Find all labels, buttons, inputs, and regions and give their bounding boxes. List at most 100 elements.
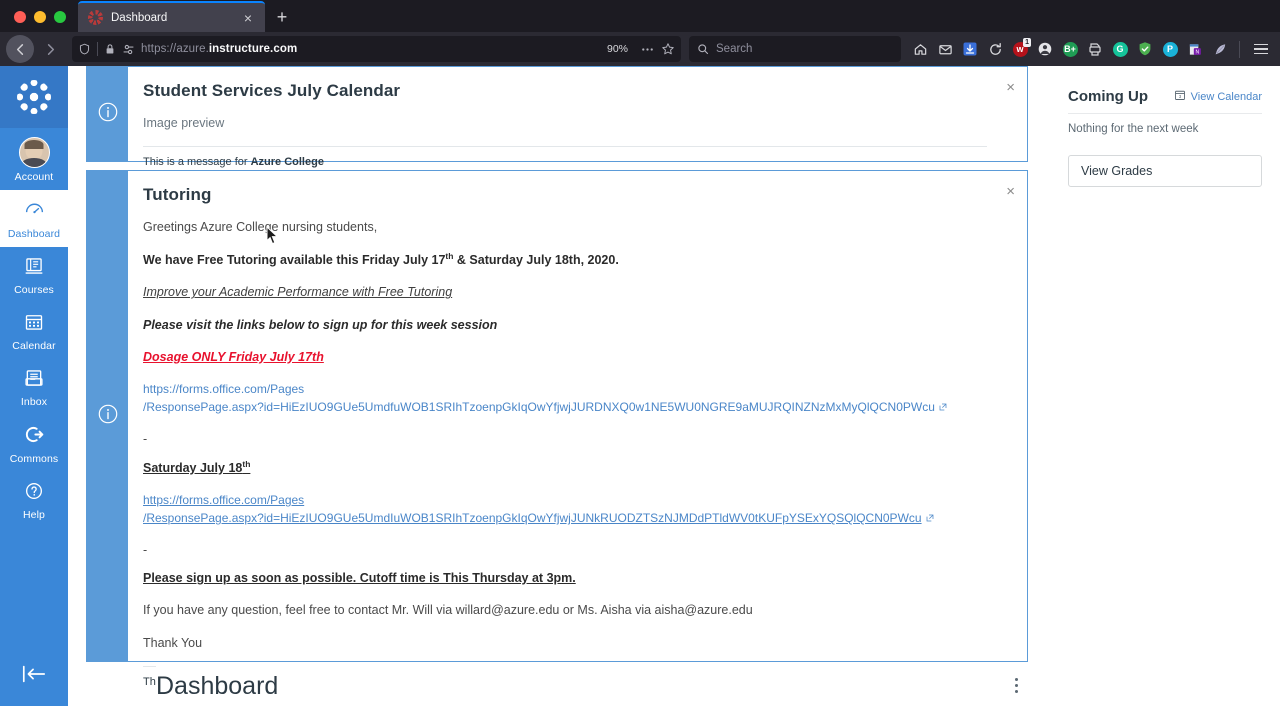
- info-icon: [97, 403, 119, 430]
- availability-pre: We have Free Tutoring available this Fri…: [143, 253, 446, 268]
- canvas-logo-button[interactable]: [0, 66, 68, 128]
- maximize-window-button[interactable]: [54, 11, 66, 23]
- dashboard-heading-row: Dashboard: [156, 666, 1280, 706]
- saturday-signup-link-part1[interactable]: https://forms.office.com/Pages: [143, 491, 987, 509]
- ordinal-suffix: th: [242, 458, 251, 469]
- zoom-level-badge[interactable]: 90%: [601, 43, 634, 55]
- sidebar-item-help[interactable]: Help: [0, 472, 68, 528]
- browser-tab-dashboard[interactable]: Dashboard ×: [78, 1, 265, 32]
- canvas-favicon-icon: [88, 10, 103, 25]
- reload-icon[interactable]: [984, 36, 1006, 62]
- url-text[interactable]: https://azure.instructure.com: [141, 43, 595, 55]
- coming-up-header: Coming Up 3 View Calendar: [1068, 88, 1262, 105]
- divider-dash: -: [143, 431, 148, 446]
- browser-toolbar: https://azure.instructure.com 90% Search: [0, 32, 1280, 66]
- onenote-extension-icon[interactable]: N: [1184, 36, 1206, 62]
- divider-dash: -: [143, 543, 148, 558]
- footer-prefix: This is a message for: [143, 156, 251, 169]
- announcement-title: Tutoring: [143, 185, 212, 204]
- external-link-icon: [939, 398, 947, 416]
- bookmark-star-icon[interactable]: [661, 42, 675, 56]
- page-content: Account Dashboard Courses Calendar Inbox…: [0, 66, 1280, 706]
- avatar-icon: [18, 137, 50, 168]
- calendar-icon: [24, 312, 44, 337]
- app-menu-button[interactable]: [1248, 43, 1274, 55]
- announcement-body: × Student Services July Calendar Image p…: [128, 67, 1027, 168]
- sidebar-item-calendar[interactable]: Calendar: [0, 303, 68, 359]
- commons-icon: [24, 424, 45, 450]
- pocket-extension-icon[interactable]: P: [1159, 36, 1181, 62]
- sidebar-item-courses[interactable]: Courses: [0, 247, 68, 303]
- help-icon: [24, 481, 44, 506]
- signup-deadline-text: Please sign up as soon as possible. Cuto…: [143, 571, 576, 586]
- close-announcement-button[interactable]: ×: [1006, 80, 1015, 95]
- sidebar-item-commons[interactable]: Commons: [0, 415, 68, 472]
- back-button[interactable]: [6, 35, 34, 63]
- permissions-icon[interactable]: [122, 43, 135, 56]
- minimize-window-button[interactable]: [34, 11, 46, 23]
- saturday-pre: Saturday July 18: [143, 461, 243, 476]
- inbox-icon: [24, 368, 44, 393]
- announcement-card-student-services: × Student Services July Calendar Image p…: [86, 66, 1028, 168]
- search-icon: [697, 43, 709, 55]
- downloads-icon[interactable]: [959, 36, 981, 62]
- lock-icon[interactable]: [104, 43, 116, 55]
- announcement-text: Image preview: [143, 116, 225, 130]
- shield-extension-icon[interactable]: [1134, 36, 1156, 62]
- url-domain: instructure.com: [208, 43, 298, 55]
- view-calendar-link[interactable]: 3 View Calendar: [1174, 89, 1262, 104]
- friday-signup-link-part2[interactable]: /ResponsePage.aspx?id=HiEzIUO9GUe5UmdfuW…: [143, 398, 987, 416]
- friday-signup-link-part1[interactable]: https://forms.office.com/Pages: [143, 380, 987, 398]
- announcement-body: × Tutoring Greetings Azure College nursi…: [128, 171, 1027, 688]
- external-link-icon: [926, 509, 934, 527]
- forward-button[interactable]: [36, 35, 64, 63]
- sidebar-item-dashboard[interactable]: Dashboard: [0, 190, 68, 247]
- tracking-protection-shield-icon[interactable]: [78, 43, 91, 56]
- page-title: Dashboard: [156, 672, 279, 700]
- address-bar[interactable]: https://azure.instructure.com 90%: [72, 36, 681, 62]
- home-icon[interactable]: [909, 36, 931, 62]
- collapse-navigation-button[interactable]: [0, 664, 68, 684]
- dashboard-options-button[interactable]: [1015, 678, 1018, 693]
- search-input[interactable]: Search: [716, 43, 752, 55]
- user-account-icon[interactable]: [1034, 36, 1056, 62]
- svg-text:3: 3: [1178, 94, 1181, 99]
- print-friendly-icon[interactable]: [1084, 36, 1106, 62]
- saturday-signup-link-part2[interactable]: /ResponsePage.aspx?id=HiEzIUO9GUe5UmdIuW…: [143, 509, 987, 527]
- sidebar-item-account[interactable]: Account: [0, 128, 68, 190]
- availability-text: We have Free Tutoring available this Fri…: [143, 250, 987, 269]
- coming-up-title: Coming Up: [1068, 88, 1148, 105]
- friday-heading: Dosage ONLY Friday July 17th: [143, 349, 324, 364]
- close-announcement-button[interactable]: ×: [1006, 184, 1015, 199]
- sidebar-item-label: Courses: [14, 284, 54, 296]
- grammarly-extension-icon[interactable]: G: [1109, 36, 1131, 62]
- sidebar-item-inbox[interactable]: Inbox: [0, 359, 68, 415]
- announcement-title: Student Services July Calendar: [143, 81, 401, 100]
- saturday-heading: Saturday July 18th: [143, 458, 987, 477]
- coming-up-empty-text: Nothing for the next week: [1068, 123, 1199, 135]
- page-actions-icon[interactable]: [640, 42, 655, 57]
- mail-icon[interactable]: [934, 36, 956, 62]
- svg-text:N: N: [1195, 49, 1199, 55]
- thanks-text: Thank You: [143, 635, 203, 650]
- extensions-toolbar: w 1 B+ G P N: [909, 36, 1274, 62]
- dashboard-icon: [24, 199, 45, 225]
- search-bar[interactable]: Search: [689, 36, 901, 62]
- new-tab-button[interactable]: +: [267, 2, 297, 32]
- wikipedia-extension-icon[interactable]: w 1: [1009, 36, 1031, 62]
- friday-signup-link-block: https://forms.office.com/Pages /Response…: [143, 380, 987, 416]
- tab-strip: Dashboard × +: [0, 0, 1280, 32]
- bitwarden-extension-icon[interactable]: B+: [1059, 36, 1081, 62]
- view-grades-button[interactable]: View Grades: [1068, 155, 1262, 187]
- global-navigation-sidebar: Account Dashboard Courses Calendar Inbox…: [0, 66, 68, 706]
- close-window-button[interactable]: [14, 11, 26, 23]
- tab-close-icon[interactable]: ×: [239, 11, 257, 25]
- feather-extension-icon[interactable]: [1209, 36, 1231, 62]
- announcement-card-tutoring: × Tutoring Greetings Azure College nursi…: [86, 170, 1028, 688]
- info-icon: [97, 101, 119, 128]
- sidebar-item-label: Commons: [9, 453, 59, 465]
- improve-performance-text: Improve your Academic Performance with F…: [143, 285, 453, 300]
- main-content: × Student Services July Calendar Image p…: [68, 66, 1280, 706]
- url-scheme: https://azure.: [141, 43, 209, 55]
- sidebar-item-label: Inbox: [20, 396, 48, 408]
